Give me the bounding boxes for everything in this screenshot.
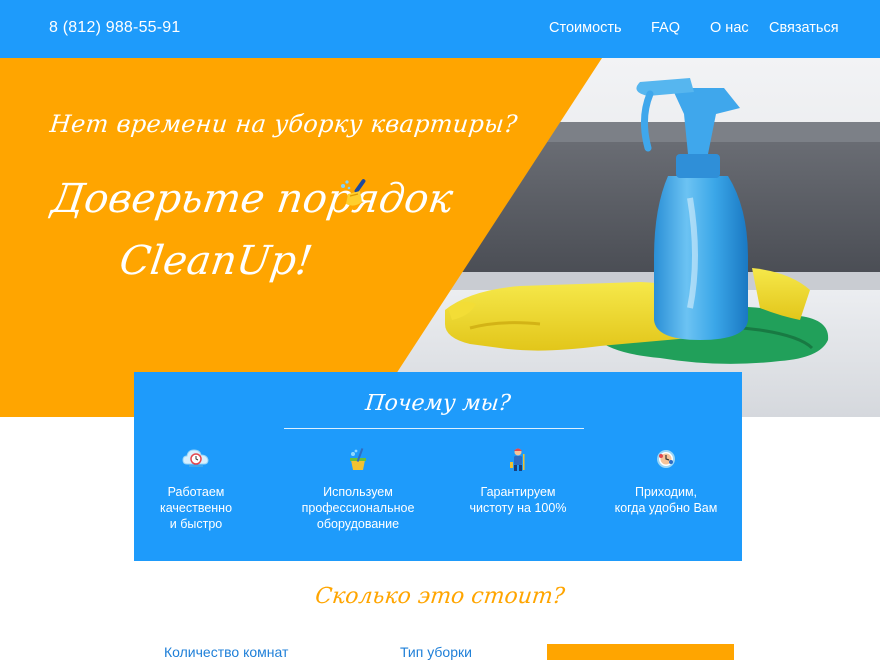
why-us-divider: [284, 428, 584, 429]
nav-link-faq[interactable]: FAQ: [651, 20, 680, 36]
cleaning-bucket-icon: [350, 448, 366, 470]
feature-convenient-time: Приходим, когда удобно Вам: [590, 444, 742, 516]
feature-guarantee-clean: Гарантируем чистоту на 100%: [442, 444, 594, 516]
cleaning-type-label: Тип уборки: [400, 644, 472, 660]
rooms-count-label: Количество комнат: [164, 644, 289, 660]
feature-quality-fast-text: Работаем качественно и быстро: [159, 485, 233, 531]
nav-link-cost[interactable]: Стоимость: [549, 20, 622, 36]
hero-headline-line1: Доверьте порядок: [48, 176, 456, 222]
top-navigation-bar: 8 (812) 988-55-91 Стоимость FAQ О нас Св…: [0, 0, 880, 58]
feature-convenient-time-text: Приходим, когда удобно Вам: [614, 485, 718, 515]
feature-professional-equipment-text: Используем профессиональное оборудование: [301, 485, 415, 531]
feature-professional-equipment: Используем профессиональное оборудование: [282, 444, 434, 532]
why-us-section: Почему мы? Работаем качественно и быстро…: [134, 372, 742, 561]
hero-tagline: Нет времени на уборку квартиры?: [48, 110, 519, 138]
phone-number[interactable]: 8 (812) 988-55-91: [49, 19, 181, 37]
cloud-clock-icon: [182, 449, 209, 467]
price-result-box[interactable]: [547, 644, 734, 660]
broom-icon: [341, 179, 366, 206]
why-us-title: Почему мы?: [364, 391, 512, 416]
nav-link-contact[interactable]: Связаться: [769, 20, 839, 36]
feature-quality-fast: Работаем качественно и быстро: [120, 444, 272, 532]
clock-badge-icon: [657, 450, 675, 468]
feature-guarantee-clean-text: Гарантируем чистоту на 100%: [469, 485, 567, 515]
hero-banner: Нет времени на уборку квартиры? Доверьте…: [0, 58, 880, 417]
cleaner-person-icon: [510, 448, 525, 471]
nav-link-about[interactable]: О нас: [710, 20, 749, 36]
landing-page: 8 (812) 988-55-91 Стоимость FAQ О нас Св…: [0, 0, 880, 660]
pricing-title: Сколько это стоит?: [314, 584, 566, 609]
hero-headline-brand: CleanUp!: [116, 238, 316, 284]
